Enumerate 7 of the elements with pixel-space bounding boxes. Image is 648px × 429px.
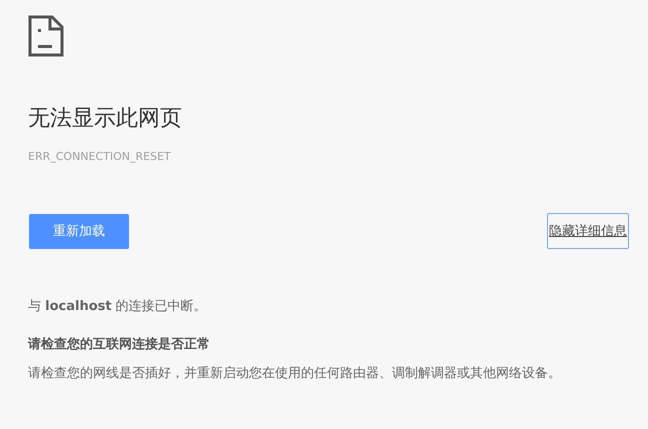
error-title: 无法显示此网页 (28, 105, 183, 133)
details-button[interactable]: 隐藏详细信息 (547, 213, 629, 249)
suggestion-heading: 请检查您的互联网连接是否正常 (28, 336, 211, 354)
summary-text: 与 localhost 的连接已中断。 (28, 298, 208, 316)
suggestion-text: 请检查您的网线是否插好，并重新启动您在使用的任何路由器、调制解调器或其他网络设备。 (28, 365, 562, 383)
sad-page-icon (28, 15, 64, 57)
error-code: ERR_CONNECTION_RESET (28, 150, 172, 163)
